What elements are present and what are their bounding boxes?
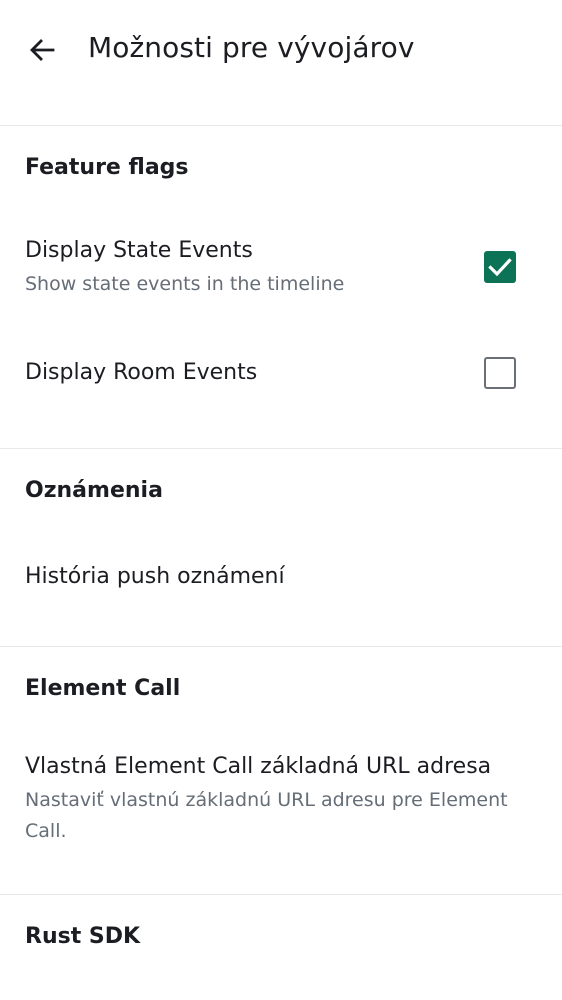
setting-subtitle: Nastaviť vlastnú základnú URL adresu pre… xyxy=(25,789,508,842)
checkmark-icon xyxy=(488,258,512,277)
setting-custom-element-call-url[interactable]: Vlastná Element Call základná URL adresa… xyxy=(0,740,562,860)
top-app-bar: Možnosti pre vývojárov xyxy=(0,0,562,100)
section-title-feature-flags: Feature flags xyxy=(25,155,189,180)
setting-title: Display State Events xyxy=(25,238,253,263)
setting-title: História push oznámení xyxy=(25,564,285,589)
section-title-notifications: Oznámenia xyxy=(25,478,163,503)
setting-subtitle: Show state events in the timeline xyxy=(25,273,345,295)
section-divider xyxy=(0,448,562,449)
setting-title: Vlastná Element Call základná URL adresa xyxy=(25,754,492,779)
section-divider xyxy=(0,646,562,647)
arrow-left-icon xyxy=(30,39,55,61)
setting-display-room-events[interactable]: Display Room Events xyxy=(0,330,562,420)
display-room-events-checkbox[interactable] xyxy=(484,357,516,389)
display-state-events-checkbox[interactable] xyxy=(484,251,516,283)
section-divider xyxy=(0,125,562,126)
setting-push-history[interactable]: História push oznámení xyxy=(0,540,562,620)
back-button[interactable] xyxy=(22,30,62,70)
setting-display-state-events[interactable]: Display State Events Show state events i… xyxy=(0,220,562,320)
developer-options-screen: Možnosti pre vývojárov Feature flags Dis… xyxy=(0,0,562,1000)
page-title: Možnosti pre vývojárov xyxy=(88,31,415,64)
setting-title: Display Room Events xyxy=(25,360,258,385)
section-divider xyxy=(0,894,562,895)
section-title-element-call: Element Call xyxy=(25,676,181,701)
section-title-rust-sdk: Rust SDK xyxy=(25,924,141,949)
